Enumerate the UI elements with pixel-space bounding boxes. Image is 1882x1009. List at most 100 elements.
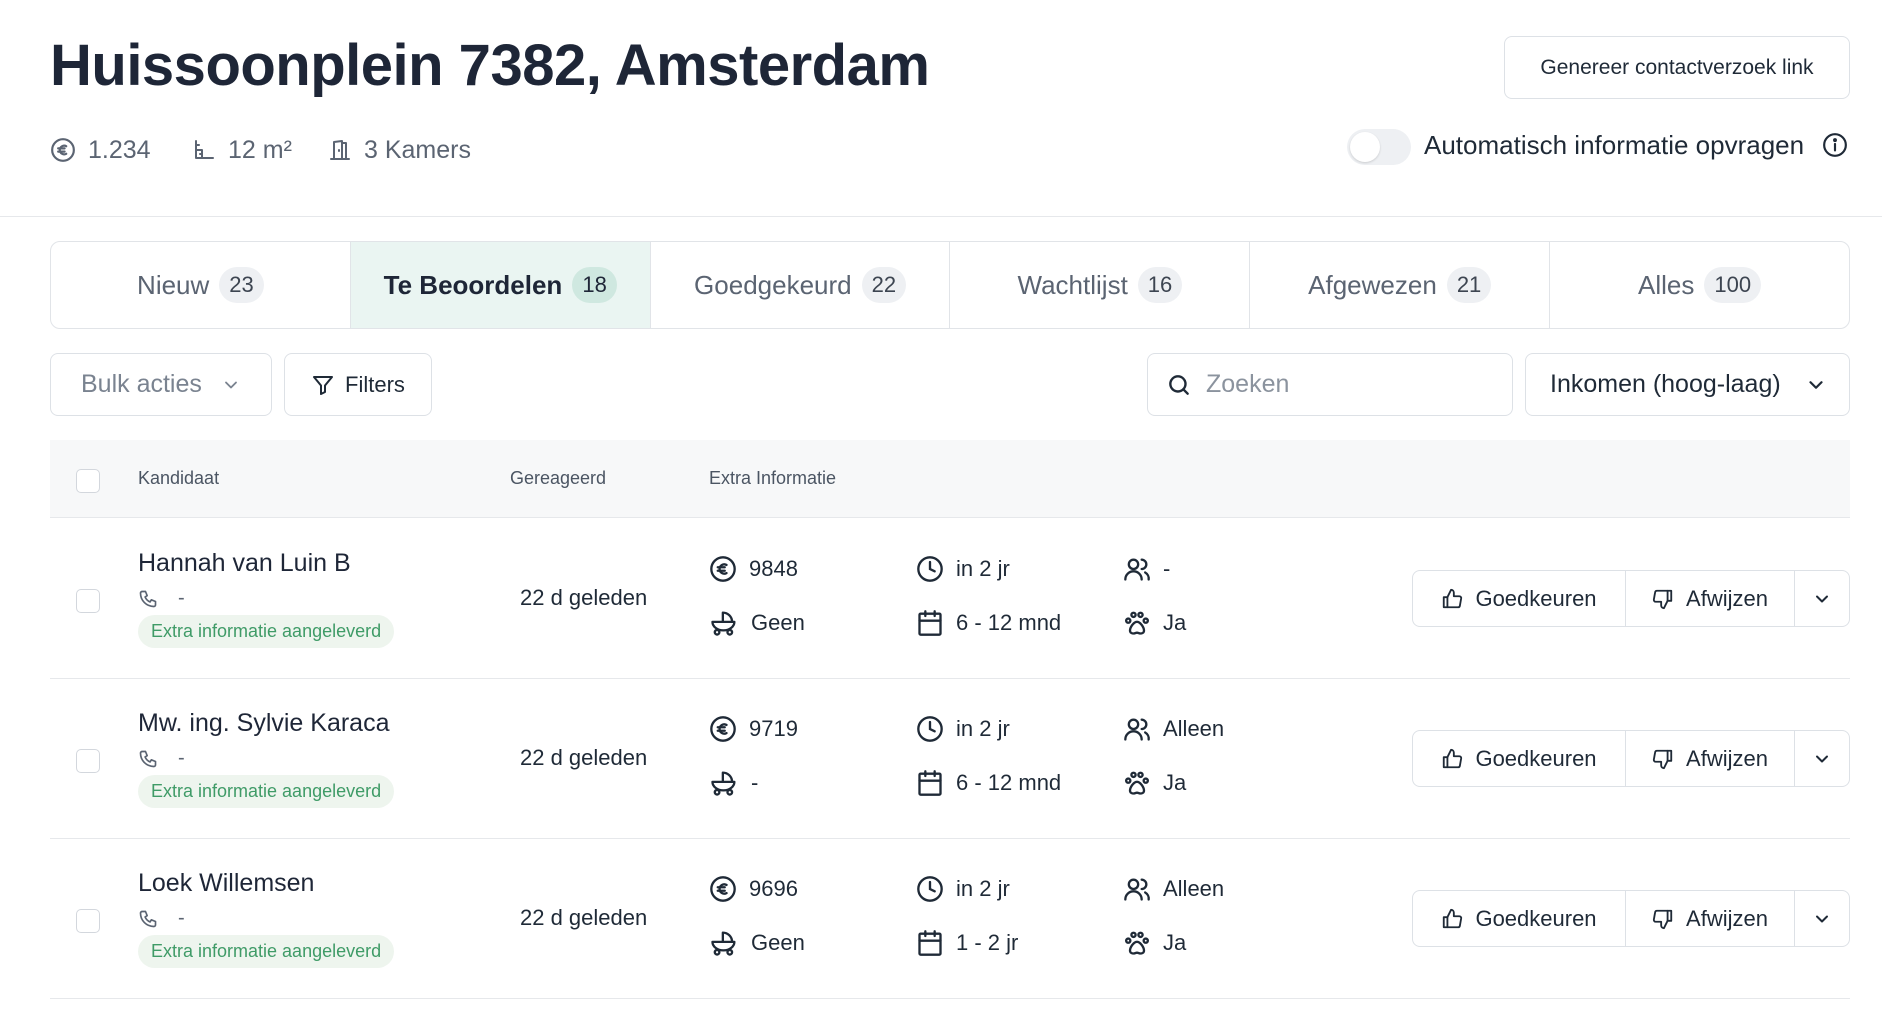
tab-count: 23 xyxy=(219,267,264,303)
door-icon xyxy=(328,138,352,162)
pets-info: Ja xyxy=(1123,769,1186,797)
household-info: Alleen xyxy=(1123,715,1224,743)
calendar-icon xyxy=(916,609,944,637)
phone-value: - xyxy=(178,747,185,769)
column-reacted: Gereageerd xyxy=(510,468,607,488)
tab-wachtlijst[interactable]: Wachtlijst 16 xyxy=(950,242,1251,328)
area-value: 12 m² xyxy=(228,135,292,164)
household-value: - xyxy=(1163,556,1171,581)
clock-icon xyxy=(916,715,944,743)
start-info: in 2 jr xyxy=(916,875,1010,903)
start-value: in 2 jr xyxy=(956,876,1010,901)
search-input[interactable] xyxy=(1206,370,1486,399)
income-value: 9848 xyxy=(749,556,798,581)
duration-info: 6 - 12 mnd xyxy=(916,609,1061,637)
more-actions-button[interactable] xyxy=(1795,891,1849,946)
area-meta: 12 m² xyxy=(192,134,292,166)
euro-icon xyxy=(50,137,76,163)
tab-nieuw[interactable]: Nieuw 23 xyxy=(51,242,351,328)
price-value: 1.234 xyxy=(88,135,151,164)
tab-alles[interactable]: Alles 100 xyxy=(1550,242,1849,328)
area-icon xyxy=(192,138,216,162)
candidate-name[interactable]: Hannah van Luin B xyxy=(138,549,351,578)
page-title: Huissoonplein 7382, Amsterdam xyxy=(50,33,930,98)
tab-count: 100 xyxy=(1704,267,1762,303)
clock-icon xyxy=(916,875,944,903)
income-info: 9848 xyxy=(709,555,798,583)
thumbs-up-icon xyxy=(1441,588,1463,610)
tab-count: 18 xyxy=(572,267,617,303)
pets-info: Ja xyxy=(1123,609,1186,637)
pets-info: Ja xyxy=(1123,929,1186,957)
paw-icon xyxy=(1123,609,1151,637)
reacted-time: 22 d geleden xyxy=(520,905,648,930)
filters-label: Filters xyxy=(345,371,405,397)
bulk-actions-dropdown[interactable]: Bulk acties xyxy=(50,353,272,416)
phone-value: - xyxy=(178,907,185,929)
reject-label: Afwijzen xyxy=(1686,585,1768,611)
baby-carriage-icon xyxy=(709,769,739,797)
duration-info: 6 - 12 mnd xyxy=(916,769,1061,797)
chevron-down-icon xyxy=(1812,749,1832,769)
tab-count: 21 xyxy=(1446,267,1492,303)
column-candidate: Kandidaat xyxy=(138,468,220,488)
pets-value: Ja xyxy=(1163,610,1187,635)
approve-button[interactable]: Goedkeuren xyxy=(1413,571,1626,626)
chevron-down-icon xyxy=(221,375,241,395)
tab-goedgekeurd[interactable]: Goedgekeurd 22 xyxy=(651,242,951,328)
sort-dropdown[interactable]: Inkomen (hoog-laag) xyxy=(1525,353,1850,416)
tab-te-beoordelen[interactable]: Te Beoordelen 18 xyxy=(350,242,651,328)
row-checkbox[interactable] xyxy=(76,909,100,933)
household-info: - xyxy=(1123,555,1170,583)
row-checkbox[interactable] xyxy=(76,749,100,773)
thumbs-down-icon xyxy=(1652,748,1674,770)
more-actions-button[interactable] xyxy=(1795,571,1849,626)
info-icon[interactable] xyxy=(1822,132,1848,158)
candidate-name[interactable]: Mw. ing. Sylvie Karaca xyxy=(138,709,390,738)
generate-contact-link-button[interactable]: Genereer contactverzoek link xyxy=(1504,36,1850,99)
extra-info-badge: Extra informatie aangeleverd xyxy=(138,615,395,648)
start-value: in 2 jr xyxy=(956,716,1010,741)
tab-afgewezen[interactable]: Afgewezen 21 xyxy=(1250,242,1551,328)
row-checkbox[interactable] xyxy=(76,589,100,613)
reject-button[interactable]: Afwijzen xyxy=(1626,731,1795,786)
reacted-time: 22 d geleden xyxy=(520,745,648,770)
phone-value: - xyxy=(178,587,185,609)
calendar-icon xyxy=(916,769,944,797)
reject-button[interactable]: Afwijzen xyxy=(1626,571,1795,626)
approve-button[interactable]: Goedkeuren xyxy=(1413,731,1626,786)
more-actions-button[interactable] xyxy=(1795,731,1849,786)
paw-icon xyxy=(1123,769,1151,797)
thumbs-down-icon xyxy=(1652,588,1674,610)
pets-value: Ja xyxy=(1163,770,1187,795)
candidate-name[interactable]: Loek Willemsen xyxy=(138,869,314,898)
chevron-down-icon xyxy=(1812,909,1832,929)
start-info: in 2 jr xyxy=(916,715,1010,743)
header-divider xyxy=(0,216,1882,217)
reject-button[interactable]: Afwijzen xyxy=(1626,891,1795,946)
approve-label: Goedkeuren xyxy=(1475,745,1597,771)
users-icon xyxy=(1123,715,1151,743)
search-box xyxy=(1147,353,1513,416)
auto-info-toggle[interactable] xyxy=(1347,129,1411,165)
euro-icon xyxy=(709,875,737,903)
income-value: 9719 xyxy=(749,716,798,741)
select-all-checkbox[interactable] xyxy=(76,469,100,493)
thumbs-up-icon xyxy=(1441,908,1463,930)
row-actions: Goedkeuren Afwijzen xyxy=(1412,570,1850,627)
baby-carriage-icon xyxy=(709,929,739,957)
tab-label: Afgewezen xyxy=(1308,269,1437,300)
status-tabs: Nieuw 23 Te Beoordelen 18 Goedgekeurd 22… xyxy=(50,241,1850,329)
reject-label: Afwijzen xyxy=(1686,905,1768,931)
approve-button[interactable]: Goedkeuren xyxy=(1413,891,1626,946)
calendar-icon xyxy=(916,929,944,957)
phone-info: - xyxy=(138,747,185,770)
paw-icon xyxy=(1123,929,1151,957)
rooms-value: 3 Kamers xyxy=(364,135,471,164)
table-row: Mw. ing. Sylvie Karaca - Extra informati… xyxy=(50,679,1850,839)
approve-label: Goedkeuren xyxy=(1475,905,1597,931)
filters-button[interactable]: Filters xyxy=(284,353,432,416)
row-actions: Goedkeuren Afwijzen xyxy=(1412,890,1850,947)
tab-label: Alles xyxy=(1638,269,1695,300)
duration-value: 6 - 12 mnd xyxy=(956,770,1062,795)
